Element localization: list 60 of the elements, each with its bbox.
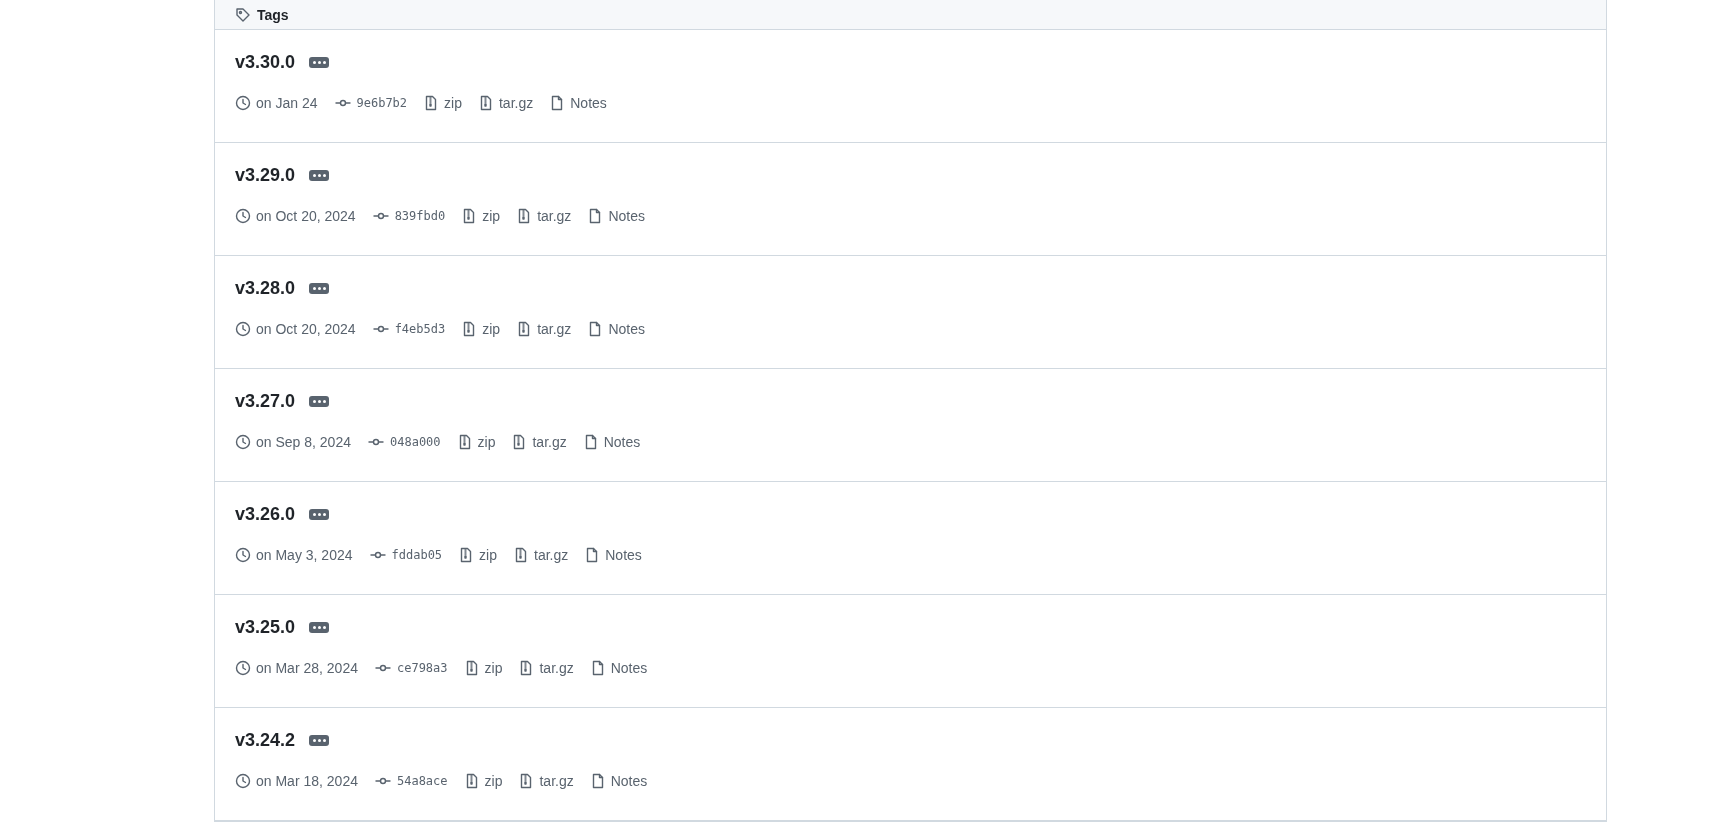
zip-download-link[interactable]: zip xyxy=(479,547,497,563)
commit-link[interactable]: fddab05 xyxy=(391,548,443,562)
tag-date: on Jan 24 xyxy=(256,95,318,111)
clock-icon xyxy=(235,547,251,563)
commit-link[interactable]: 9e6b7b2 xyxy=(356,96,408,110)
tag-name-link[interactable]: v3.29.0 xyxy=(235,165,296,186)
zip-file-icon xyxy=(478,95,494,111)
tag-name-link[interactable]: v3.27.0 xyxy=(235,391,296,412)
tag-date: on Sep 8, 2024 xyxy=(256,434,351,450)
tag-date: on Oct 20, 2024 xyxy=(256,321,356,337)
commit-link[interactable]: 048a000 xyxy=(390,435,441,449)
targz-download-link[interactable]: tar.gz xyxy=(539,773,574,789)
tag-date: on Mar 28, 2024 xyxy=(256,660,358,676)
targz-download-link[interactable]: tar.gz xyxy=(539,660,574,676)
tag-date: on Oct 20, 2024 xyxy=(256,208,356,224)
tag-name-link[interactable]: v3.28.0 xyxy=(235,278,296,299)
commit-link[interactable]: ce798a3 xyxy=(396,661,448,675)
zip-download-link[interactable]: zip xyxy=(477,434,496,450)
targz-download-link[interactable]: tar.gz xyxy=(499,95,534,111)
zip-download-link[interactable]: zip xyxy=(444,95,462,111)
tag-name-link[interactable]: v3.30.0 xyxy=(235,52,296,73)
notes-link[interactable]: Notes xyxy=(608,321,645,337)
clock-icon xyxy=(235,434,251,450)
notes-link[interactable]: Notes xyxy=(570,95,607,111)
more-options-button[interactable] xyxy=(309,509,330,520)
more-options-button[interactable] xyxy=(309,57,330,68)
more-options-button[interactable] xyxy=(309,283,330,294)
targz-download-link[interactable]: tar.gz xyxy=(532,434,567,450)
clock-icon xyxy=(235,321,251,337)
section-title: Tags xyxy=(257,6,289,23)
tag-name-link[interactable]: v3.26.0 xyxy=(235,504,296,525)
notes-link[interactable]: Notes xyxy=(608,208,645,224)
clock-icon xyxy=(235,208,251,224)
commit-link[interactable]: 839fbd0 xyxy=(394,209,446,223)
targz-download-link[interactable]: tar.gz xyxy=(534,547,569,563)
notes-link[interactable]: Notes xyxy=(610,773,648,789)
zip-download-link[interactable]: zip xyxy=(484,660,503,676)
tag-date: on Mar 18, 2024 xyxy=(256,773,358,789)
more-options-button[interactable] xyxy=(309,622,330,633)
notes-link[interactable]: Notes xyxy=(605,547,642,563)
zip-download-link[interactable]: zip xyxy=(482,321,501,337)
more-options-button[interactable] xyxy=(309,396,330,407)
targz-download-link[interactable]: tar.gz xyxy=(537,321,572,337)
targz-download-link[interactable]: tar.gz xyxy=(537,208,572,224)
tag-icon xyxy=(235,6,251,23)
tag-name-link[interactable]: v3.25.0 xyxy=(235,617,296,638)
clock-icon xyxy=(235,660,251,676)
zip-download-link[interactable]: zip xyxy=(484,773,503,789)
notes-link[interactable]: Notes xyxy=(610,660,648,676)
commit-link[interactable]: 54a8ace xyxy=(396,774,448,788)
clock-icon xyxy=(235,95,251,111)
notes-link[interactable]: Notes xyxy=(603,434,641,450)
zip-file-icon xyxy=(513,547,529,563)
tag-name-link[interactable]: v3.24.2 xyxy=(235,730,296,751)
zip-download-link[interactable]: zip xyxy=(482,208,501,224)
clock-icon xyxy=(235,773,251,789)
more-options-button[interactable] xyxy=(309,735,330,746)
tag-date: on May 3, 2024 xyxy=(256,547,353,563)
more-options-button[interactable] xyxy=(309,170,330,181)
commit-link[interactable]: f4eb5d3 xyxy=(394,322,446,336)
